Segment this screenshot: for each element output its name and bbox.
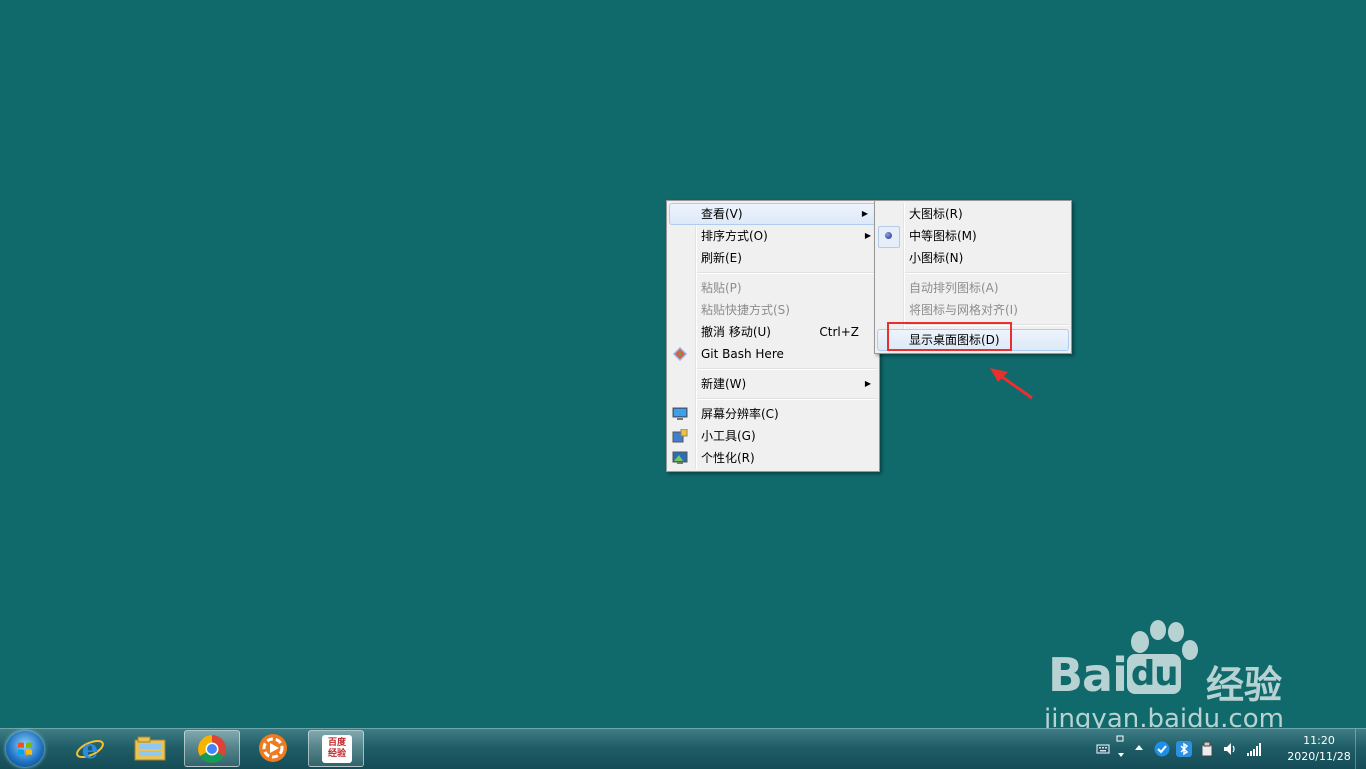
bluetooth-icon[interactable] [1176, 741, 1192, 757]
show-hidden-icons-icon[interactable] [1134, 743, 1144, 753]
menu-item-label: 中等图标(M) [909, 229, 977, 243]
menu-item-new[interactable]: 新建(W) ▶ [667, 373, 879, 395]
clock-date: 2020/11/28 [1287, 750, 1351, 763]
menu-item-small-icons[interactable]: 小图标(N) [875, 247, 1071, 269]
menu-item-label: 粘贴(P) [701, 281, 742, 295]
menu-separator [697, 368, 877, 370]
taskbar-baidu-jingyan-button[interactable]: 百度经验 [308, 730, 364, 767]
shield-app-icon[interactable] [1154, 741, 1170, 757]
watermark-bai: Bai [1048, 648, 1128, 702]
taskbar-explorer-button[interactable] [122, 730, 178, 767]
menu-item-label: 撤消 移动(U) [701, 325, 771, 339]
radio-bullet-icon [885, 232, 892, 239]
svg-text:e: e [82, 735, 99, 764]
language-bar-options-icon[interactable] [1116, 735, 1126, 761]
baidu-jingyan-app-label: 百度经验 [327, 738, 346, 759]
start-button[interactable] [6, 731, 44, 767]
submenu-arrow-icon: ▶ [864, 231, 871, 240]
submenu-arrow-icon: ▶ [864, 379, 871, 388]
menu-item-shortcut: Ctrl+Z [819, 325, 859, 339]
menu-item-label: 刷新(E) [701, 251, 742, 265]
menu-item-label: 大图标(R) [909, 207, 963, 221]
show-desktop-button[interactable] [1355, 729, 1366, 769]
menu-separator [697, 398, 877, 400]
chrome-icon [198, 735, 226, 763]
taskbar-video-player-button[interactable] [246, 730, 302, 767]
menu-item-refresh[interactable]: 刷新(E) [667, 247, 879, 269]
git-icon [673, 347, 687, 361]
menu-item-label: Git Bash Here [701, 347, 784, 361]
menu-item-label: 个性化(R) [701, 451, 755, 465]
usb-device-icon[interactable] [1200, 741, 1214, 757]
video-player-icon [259, 734, 287, 762]
desktop-context-menu: 查看(V) ▶ 排序方式(O) ▶ 刷新(E) 粘贴(P) 粘贴快捷方式(S) … [666, 200, 880, 472]
menu-separator [905, 272, 1069, 274]
menu-item-auto-arrange: 自动排列图标(A) [875, 277, 1071, 299]
menu-item-undo-move[interactable]: 撤消 移动(U) Ctrl+Z [667, 321, 879, 343]
menu-item-label: 粘贴快捷方式(S) [701, 303, 790, 317]
menu-item-gadgets[interactable]: 小工具(G) [667, 425, 879, 447]
taskbar-ie-button[interactable]: e [62, 730, 118, 767]
menu-item-align-to-grid: 将图标与网格对齐(I) [875, 299, 1071, 321]
highlight-box [887, 322, 1012, 351]
menu-item-label: 自动排列图标(A) [909, 281, 999, 295]
volume-icon[interactable] [1222, 741, 1238, 757]
menu-separator [697, 272, 877, 274]
menu-item-personalize[interactable]: 个性化(R) [667, 447, 879, 469]
baidu-jingyan-app-icon: 百度经验 [322, 735, 352, 763]
personalize-icon [672, 451, 688, 464]
submenu-arrow-icon: ▶ [861, 209, 868, 218]
menu-item-label: 屏幕分辨率(C) [701, 407, 779, 421]
windows-logo-icon [18, 742, 32, 755]
folder-icon [134, 736, 166, 761]
baidu-watermark-brand: Bai du [1048, 648, 1182, 702]
network-signal-icon[interactable] [1246, 741, 1262, 757]
menu-item-git-bash-here[interactable]: Git Bash Here [667, 343, 879, 365]
gadgets-icon [672, 429, 688, 443]
monitor-icon [672, 407, 688, 420]
menu-item-label: 将图标与网格对齐(I) [909, 303, 1018, 317]
menu-item-paste-shortcut: 粘贴快捷方式(S) [667, 299, 879, 321]
system-clock[interactable]: 11:20 2020/11/28 [1284, 733, 1354, 765]
menu-item-sort-by[interactable]: 排序方式(O) ▶ [667, 225, 879, 247]
taskbar-chrome-button[interactable] [184, 730, 240, 767]
menu-item-paste: 粘贴(P) [667, 277, 879, 299]
menu-item-view[interactable]: 查看(V) ▶ [669, 203, 877, 225]
menu-item-label: 查看(V) [701, 207, 743, 221]
clock-time: 11:20 [1303, 734, 1335, 747]
menu-item-screen-resolution[interactable]: 屏幕分辨率(C) [667, 403, 879, 425]
watermark-du: du [1126, 654, 1182, 694]
internet-explorer-icon: e [76, 735, 104, 764]
menu-item-label: 小图标(N) [909, 251, 964, 265]
keyboard-icon[interactable] [1096, 742, 1110, 756]
menu-item-large-icons[interactable]: 大图标(R) [875, 203, 1071, 225]
menu-item-label: 排序方式(O) [701, 229, 768, 243]
menu-item-label: 新建(W) [701, 377, 747, 391]
watermark-jingyan: 经验 [1206, 663, 1283, 707]
menu-item-medium-icons[interactable]: 中等图标(M) [875, 225, 1071, 248]
menu-item-label: 小工具(G) [701, 429, 756, 443]
taskbar: e 百度经验 11:20 2020/11/28 [0, 728, 1366, 769]
annotation-arrow-icon [990, 368, 1033, 400]
